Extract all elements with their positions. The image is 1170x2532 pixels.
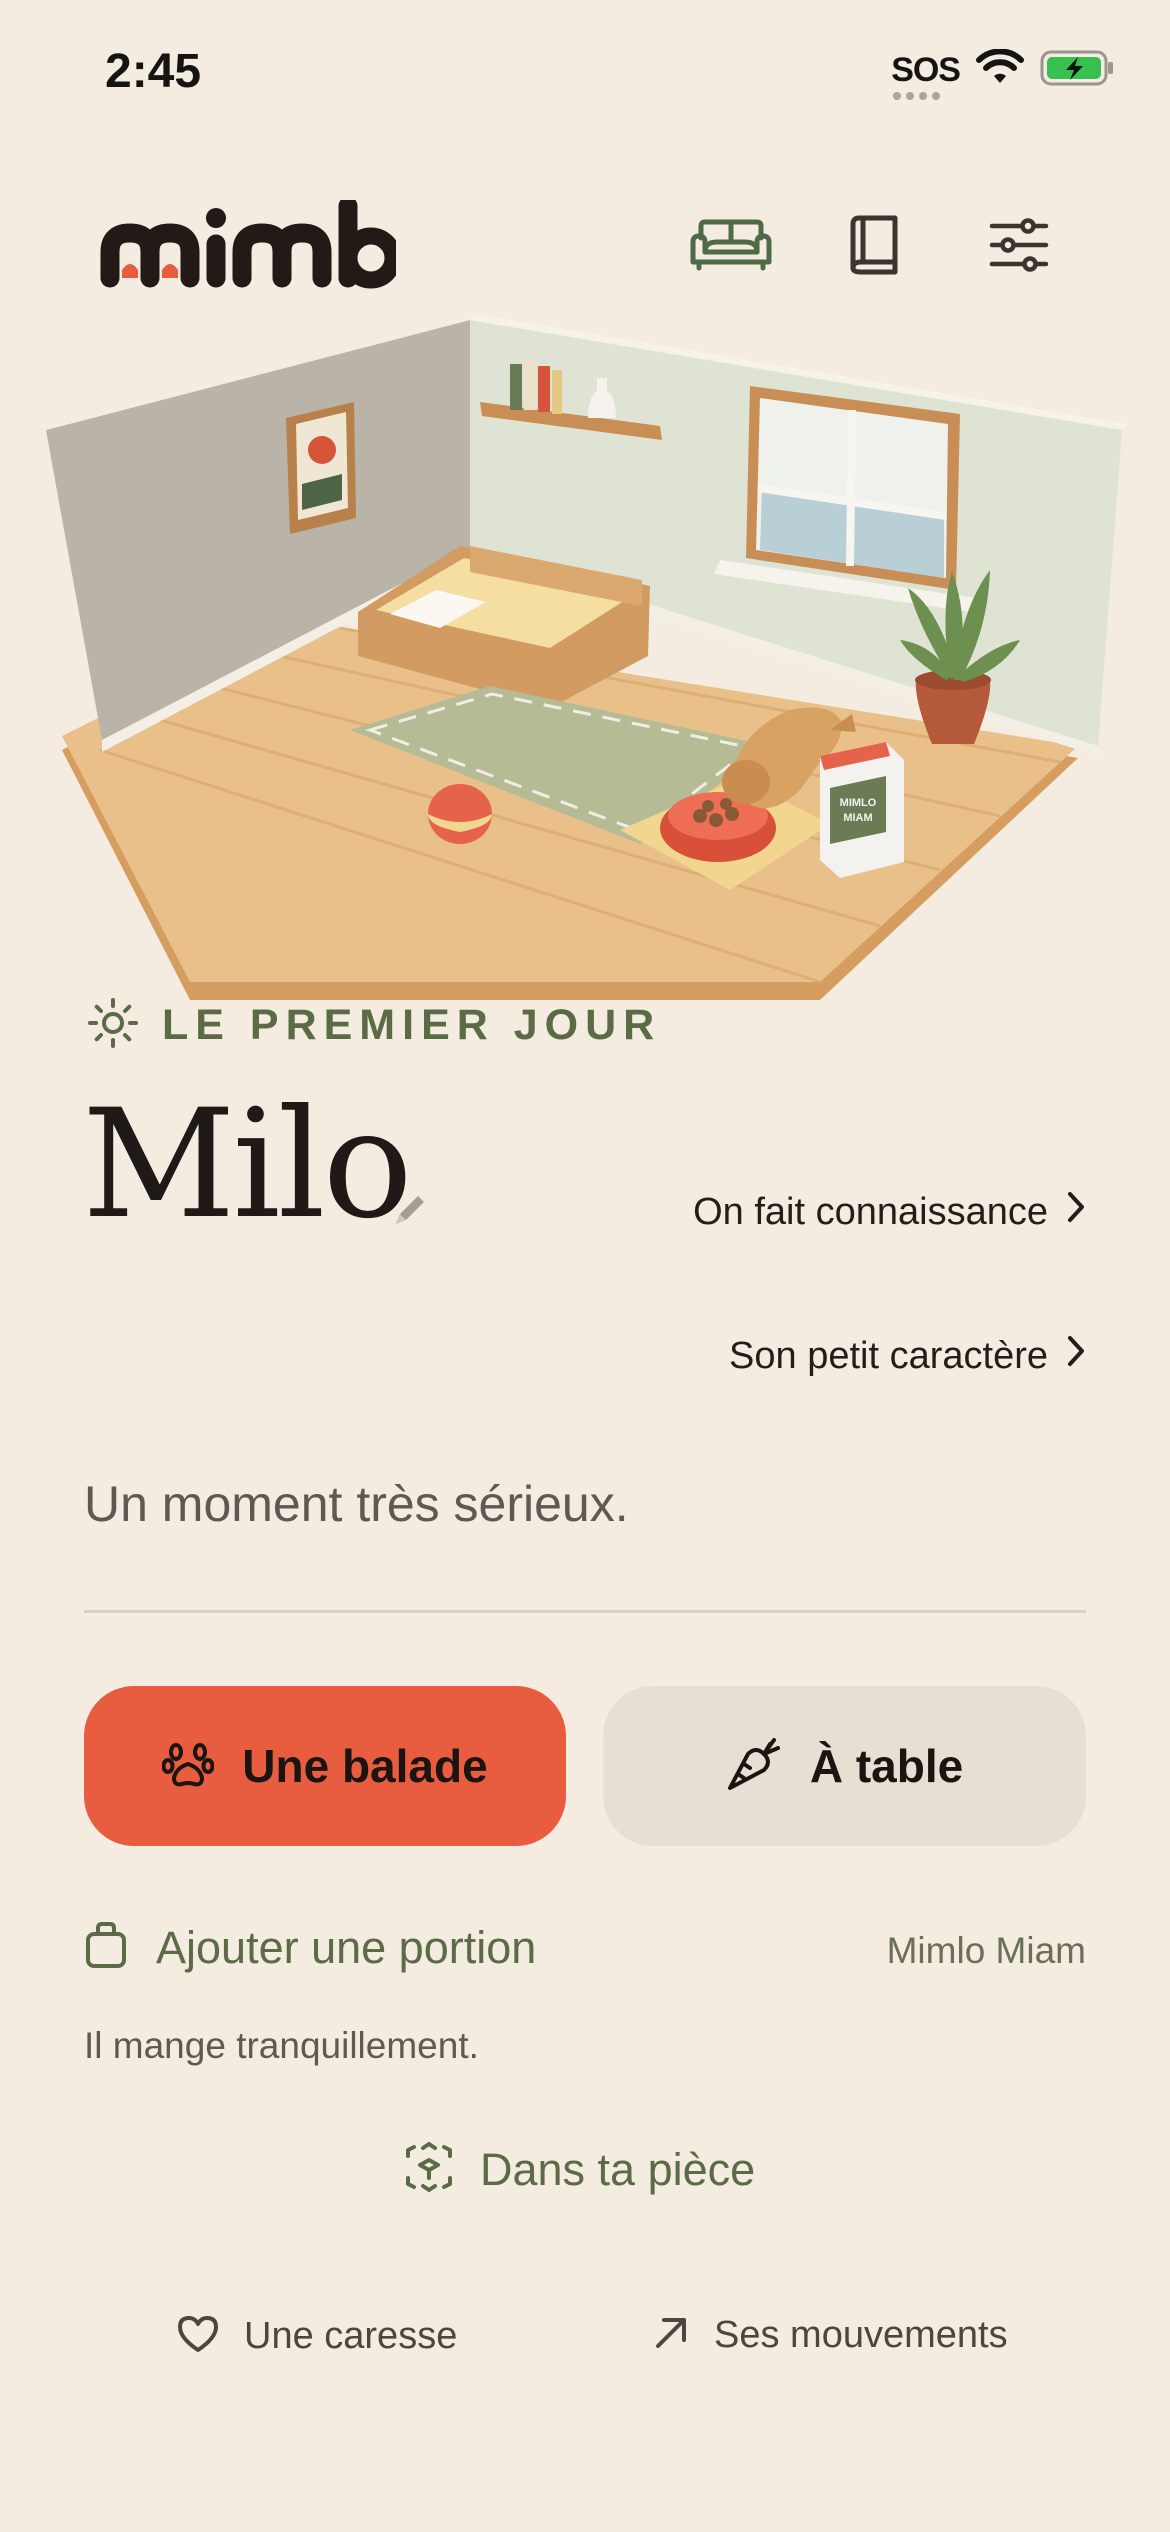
mimlo-logo [96,196,402,295]
sliders-icon[interactable] [974,205,1064,285]
add-portion-label: Ajouter une portion [156,1921,537,1973]
room-scene: MIMLO MIAM [40,310,1130,1000]
food-brand: Mimlo Miam [886,1930,1086,1971]
mood-text: Un moment très sérieux. [84,1476,629,1532]
table-button[interactable]: À table [603,1686,1086,1846]
chevron-right-icon [1066,1190,1086,1234]
carrot-icon [726,1736,782,1797]
divider [84,1610,1086,1613]
chevron-right-icon [1066,1334,1086,1378]
table-label: À table [809,1740,964,1792]
character-label: Son petit caractère [729,1334,1048,1377]
book-icon[interactable] [830,205,920,285]
moves-button[interactable]: Ses mouvements [652,2314,1008,2357]
moves-label: Ses mouvements [714,2314,1008,2356]
pet-label: Une caresse [244,2315,458,2357]
food-bag-line2: MIAM [843,812,872,824]
battery-charging-icon [1040,48,1116,93]
food-bag-line1: MIMLO [840,797,877,809]
character-link[interactable]: Son petit caractère [729,1334,1086,1378]
get-to-know-label: On fait connaissance [693,1190,1048,1233]
heart-icon [176,2314,220,2359]
pet-button[interactable]: Une caresse [176,2314,457,2359]
sos-label: SOS [891,51,961,89]
paw-icon [161,1738,215,1795]
sun-icon [86,996,140,1055]
status-icons: SOS [891,48,1116,100]
wifi-icon [976,48,1024,92]
ar-cube-icon [402,2140,456,2199]
bag-icon [84,1920,128,1975]
sofa-icon[interactable] [686,205,776,285]
app-screen: 2:45 SOS MIMLO MIAM LE PREMIER JOUR Milo… [0,0,1170,2532]
arrow-up-right-icon [652,2314,690,2357]
ar-button[interactable]: Dans ta pièce [402,2140,755,2199]
phase-header: LE PREMIER JOUR [86,996,661,1055]
ar-label: Dans ta pièce [480,2143,756,2195]
add-portion-button[interactable]: Ajouter une portion [84,1920,536,1975]
phase-label: LE PREMIER JOUR [162,1001,662,1049]
status-time: 2:45 [105,45,202,98]
eating-status: Il mange tranquillement. [84,2025,479,2066]
sos-indicator: SOS [891,51,961,100]
pet-name: Milo [82,1078,413,1252]
sos-dots [893,92,941,100]
pencil-icon[interactable] [392,1192,428,1233]
walk-label: Une balade [242,1740,488,1792]
walk-button[interactable]: Une balade [84,1686,566,1846]
get-to-know-link[interactable]: On fait connaissance [693,1190,1086,1234]
